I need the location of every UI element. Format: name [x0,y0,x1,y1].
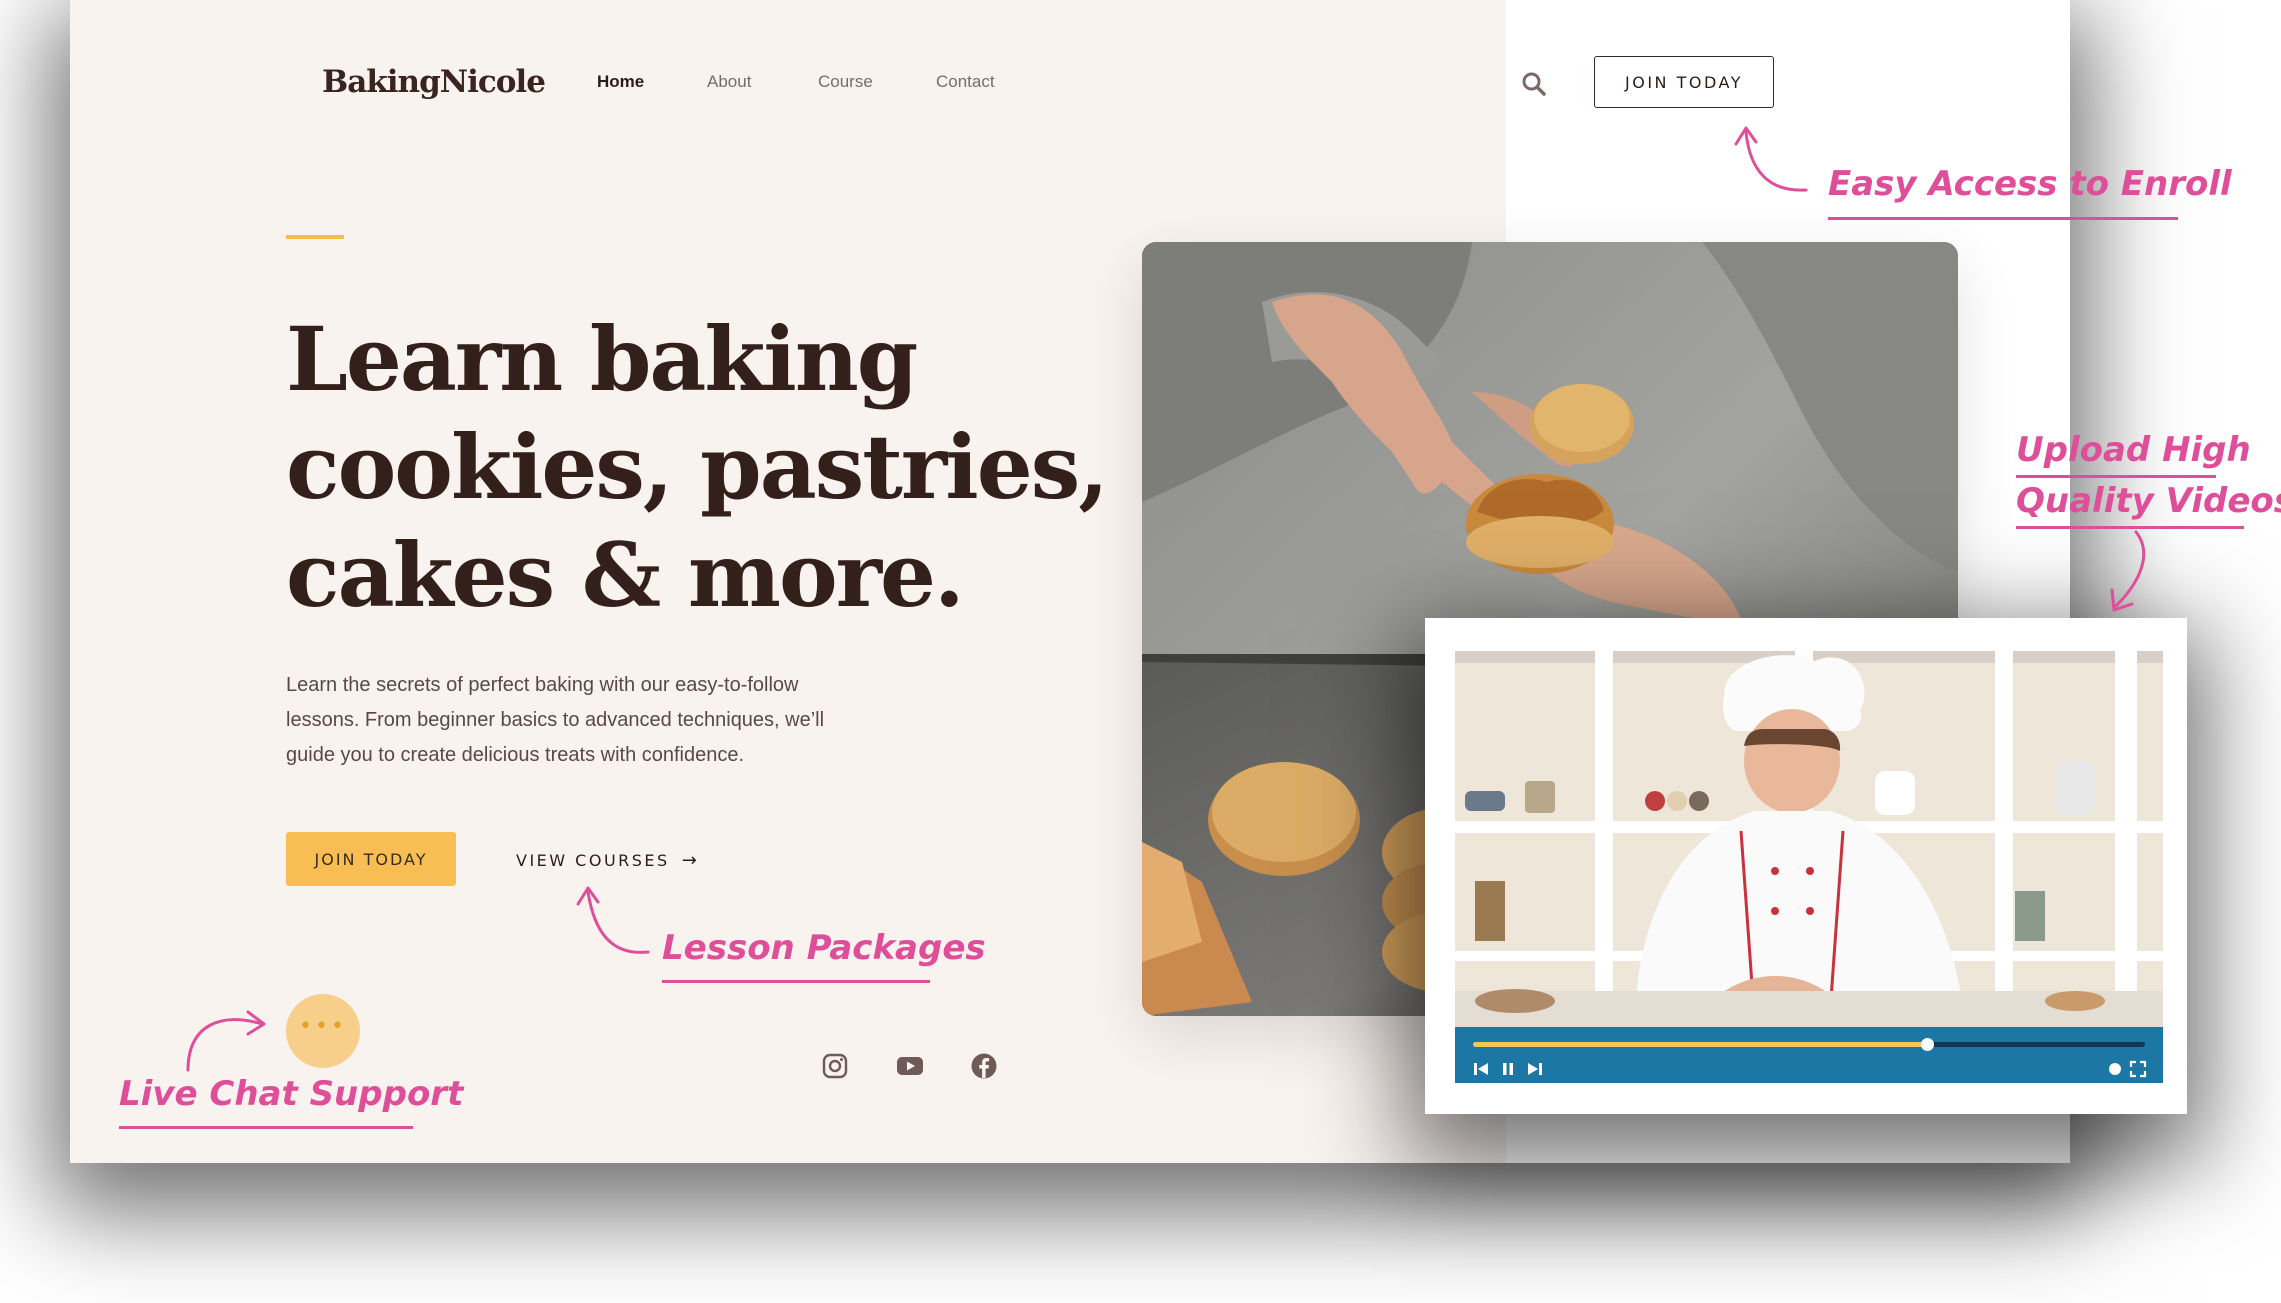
video-player [1425,618,2187,1114]
annotation-arrow-upload [2110,530,2146,612]
skip-back-icon[interactable] [1473,1061,1489,1077]
annotation-lesson: Lesson Packages [662,928,986,968]
hero-description: Learn the secrets of perfect baking with… [286,668,926,773]
view-courses-label: VIEW COURSES [516,850,670,870]
annotation-underline [119,1126,413,1129]
facebook-icon[interactable] [970,1052,998,1080]
headline-line: cookies, pastries, [286,415,1109,519]
headline-line: cakes & more. [286,523,965,627]
skip-forward-icon[interactable] [1527,1061,1543,1077]
annotation-arrow-enroll [1734,126,1808,192]
accent-line [286,235,344,239]
nav-about[interactable]: About [707,72,751,92]
annotation-underline [1828,217,2178,220]
description-line: lessons. From beginner basics to advance… [286,709,825,731]
search-icon[interactable] [1521,71,1547,97]
pause-icon[interactable] [1500,1061,1516,1077]
fullscreen-icon[interactable] [2129,1060,2147,1078]
annotation-underline [2016,526,2244,529]
youtube-icon[interactable] [896,1052,924,1080]
annotation-upload-line1: Upload High [2016,430,2251,470]
video-thumbnail[interactable] [1455,651,2163,1027]
progress-knob[interactable] [1920,1038,1934,1051]
annotation-underline [662,980,930,983]
annotation-enroll: Easy Access to Enroll [1828,164,2232,204]
video-controls [1455,1027,2163,1083]
hero-headline: Learn baking cookies, pastries, cakes & … [286,305,1109,629]
site-logo[interactable]: BakingNicole [322,64,546,100]
annotation-underline [2016,475,2216,478]
arrow-right-icon: → [681,849,700,871]
join-today-button[interactable]: JOIN TODAY [286,832,456,886]
annotation-upload-line2: Quality Videos [2016,481,2281,521]
progress-fill [1473,1042,1927,1047]
nav-home[interactable]: Home [597,72,644,92]
headline-line: Learn baking [286,307,918,411]
progress-bar[interactable] [1473,1038,2145,1051]
instagram-icon[interactable] [821,1052,849,1080]
volume-dot-icon[interactable] [2108,1062,2122,1076]
chat-bubble-icon[interactable]: ••• [286,994,360,1068]
chat-dots: ••• [299,1014,347,1039]
header-join-button[interactable]: JOIN TODAY [1594,56,1774,108]
description-line: Learn the secrets of perfect baking with… [286,674,799,696]
nav-contact[interactable]: Contact [936,72,995,92]
annotation-arrow-chat [186,1010,266,1072]
nav-course[interactable]: Course [818,72,873,92]
annotation-chat: Live Chat Support [119,1074,464,1114]
description-line: guide you to create delicious treats wit… [286,744,745,766]
annotation-arrow-lesson [576,886,650,954]
view-courses-button[interactable]: VIEW COURSES → [516,846,699,874]
